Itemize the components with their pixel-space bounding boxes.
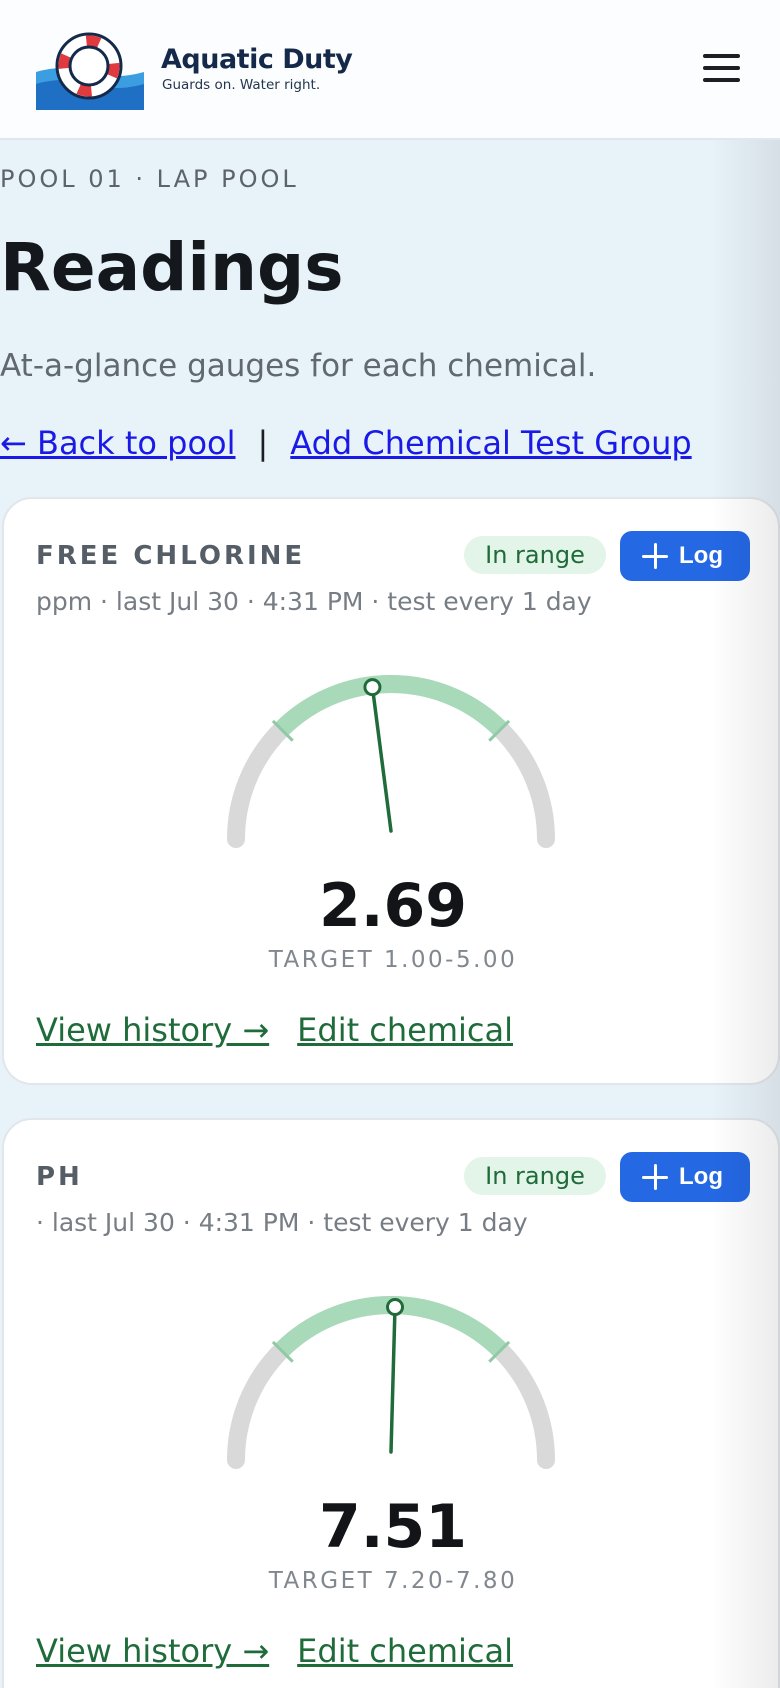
edit-chemical-link[interactable]: Edit chemical (297, 1632, 513, 1670)
add-chemical-test-group-link[interactable]: Add Chemical Test Group (290, 424, 691, 462)
chemical-name: PH (36, 1162, 83, 1192)
gauge-needle-tip (386, 1298, 405, 1317)
nav-separator: | (257, 424, 269, 462)
pool-eyebrow: POOL 01 · LAP POOL (0, 165, 299, 193)
status-badge: In range (464, 1157, 606, 1195)
brand-name: Aquatic Duty (161, 44, 353, 75)
app-header: Aquatic Duty Guards on. Water right. (0, 0, 780, 140)
gauge-needle (370, 685, 393, 833)
chlorine-gauge (227, 675, 555, 848)
gauge-needle (389, 1305, 397, 1454)
chemical-card-free-chlorine: FREE CHLORINE In range Log ppm · last Ju… (2, 497, 780, 1085)
page-nav: ← Back to pool | Add Chemical Test Group (0, 424, 692, 462)
gauge-target: TARGET 1.00-5.00 (268, 947, 518, 973)
gauge-track (227, 675, 555, 848)
gauge-target-band (275, 675, 507, 736)
log-button-label: Log (679, 1163, 723, 1190)
hamburger-icon[interactable] (703, 54, 743, 86)
page-subtitle: At-a-glance gauges for each chemical. (0, 348, 597, 384)
card-links: View history → Edit chemical (36, 1011, 513, 1049)
card-links: View history → Edit chemical (36, 1632, 513, 1670)
log-reading-button[interactable]: Log (620, 1152, 750, 1202)
chemical-card-ph: PH In range Log · last Jul 30 · 4:31 PM … (2, 1118, 780, 1688)
gauge-value: 2.69 (318, 871, 468, 941)
page-title: Readings (0, 229, 344, 306)
back-to-pool-link[interactable]: ← Back to pool (0, 424, 236, 462)
plus-icon (642, 543, 668, 569)
ph-gauge (227, 1296, 555, 1469)
chemical-name: FREE CHLORINE (36, 541, 306, 571)
gauge-target: TARGET 7.20-7.80 (268, 1568, 518, 1594)
view-history-link[interactable]: View history → (36, 1011, 269, 1049)
chemical-meta: ppm · last Jul 30 · 4:31 PM · test every… (36, 587, 592, 616)
gauge-value: 7.51 (318, 1492, 468, 1562)
view-history-link[interactable]: View history → (36, 1632, 269, 1670)
log-button-label: Log (679, 542, 723, 569)
plus-icon (642, 1164, 668, 1190)
status-badge: In range (464, 536, 606, 574)
gauge-needle-tip (363, 678, 382, 697)
brand-tagline: Guards on. Water right. (162, 77, 321, 93)
log-reading-button[interactable]: Log (620, 531, 750, 581)
chemical-meta: · last Jul 30 · 4:31 PM · test every 1 d… (36, 1208, 528, 1237)
edit-chemical-link[interactable]: Edit chemical (297, 1011, 513, 1049)
lifebuoy-logo-icon (36, 32, 144, 110)
